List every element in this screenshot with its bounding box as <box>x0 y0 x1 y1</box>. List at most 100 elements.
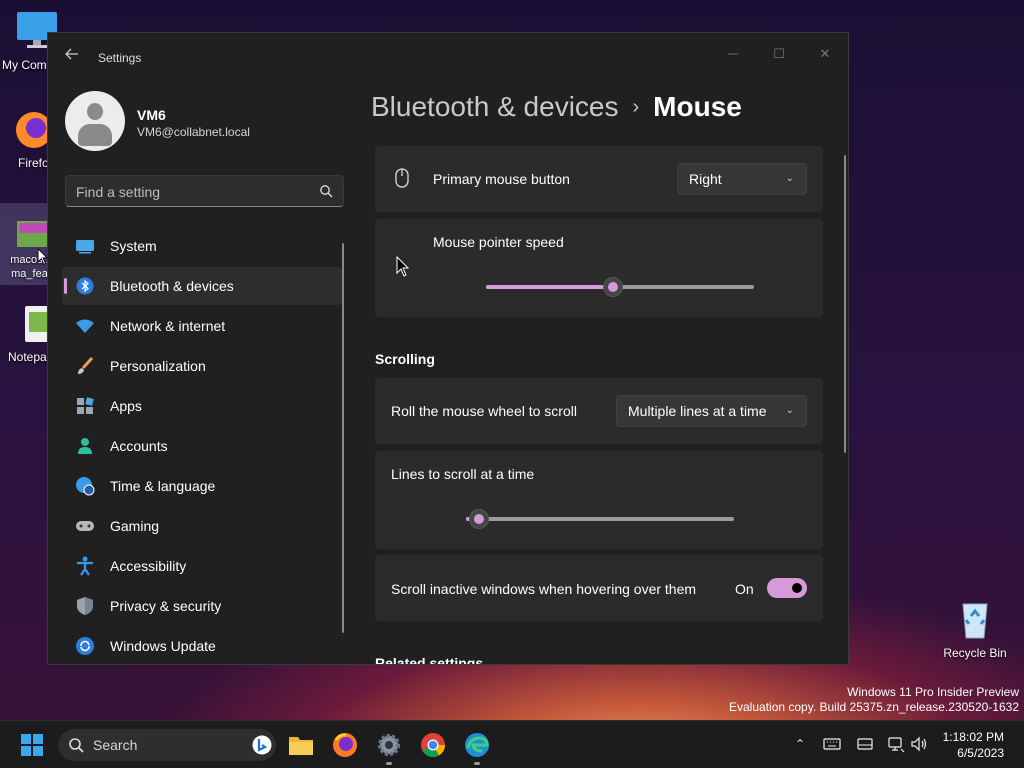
firefox-icon <box>8 108 52 152</box>
sidebar-item-label: Accounts <box>110 438 168 454</box>
search-box[interactable] <box>65 175 344 207</box>
keyboard-icon[interactable] <box>823 735 841 753</box>
sidebar-item-bluetooth-devices[interactable]: Bluetooth & devices <box>62 267 342 305</box>
lines-to-scroll-card: Lines to scroll at a time <box>375 451 823 549</box>
taskbar-chrome[interactable] <box>417 729 449 761</box>
image-file-icon <box>11 219 51 249</box>
watermark-line: Evaluation copy. Build 25375.zn_release.… <box>729 700 1019 714</box>
sidebar-scrollbar[interactable] <box>342 243 344 633</box>
windows-start-icon[interactable] <box>20 733 44 757</box>
watermark-line: Windows 11 Pro Insider Preview <box>847 685 1019 699</box>
primary-mouse-button-dropdown[interactable]: Right ⌄ <box>677 163 807 195</box>
related-settings-title: Related settings <box>375 655 484 665</box>
edge-icon <box>465 733 489 757</box>
app-title: Settings <box>98 51 142 65</box>
content-scrollbar[interactable] <box>844 155 846 453</box>
sidebar-item-label: Privacy & security <box>110 598 222 614</box>
scroll-inactive-toggle[interactable] <box>767 578 807 598</box>
chevron-down-icon: ⌄ <box>785 173 794 184</box>
minimize-button[interactable]: ─ <box>710 39 756 69</box>
bing-icon[interactable] <box>252 735 272 755</box>
lines-to-scroll-label: Lines to scroll at a time <box>391 466 535 482</box>
sidebar-item-gaming[interactable]: Gaming <box>62 507 342 545</box>
sidebar-item-label: Accessibility <box>110 558 187 574</box>
taskbar-search[interactable]: Search <box>58 729 276 761</box>
bluetooth-icon <box>74 275 96 297</box>
sidebar-item-time-language[interactable]: Time & language <box>62 467 342 505</box>
evaluation-watermark: Windows 11 Pro Insider Preview Evaluatio… <box>729 685 1019 715</box>
sidebar-item-personalization[interactable]: Personalization <box>62 347 342 385</box>
user-name: VM6 <box>137 107 166 123</box>
chrome-icon <box>421 733 445 758</box>
firefox-icon <box>333 733 357 757</box>
sidebar-item-label: Personalization <box>110 358 206 374</box>
sidebar-item-label: Gaming <box>110 518 160 534</box>
network-icon[interactable] <box>887 735 905 753</box>
roll-wheel-label: Roll the mouse wheel to scroll <box>391 403 577 419</box>
title-bar: Settings ─ ☐ ✕ <box>48 33 848 81</box>
running-indicator <box>474 762 480 765</box>
sidebar-item-windows-update[interactable]: Windows Update <box>62 627 342 664</box>
taskbar-settings[interactable] <box>373 729 405 765</box>
clock-time: 1:18:02 PM <box>942 730 1004 744</box>
back-arrow-icon <box>65 48 78 60</box>
maximize-button[interactable]: ☐ <box>756 39 802 69</box>
desktop-icon-recycle-bin[interactable]: Recycle Bin <box>940 598 1010 660</box>
chevron-up-icon[interactable]: ⌃ <box>791 735 809 753</box>
sidebar-item-accounts[interactable]: Accounts <box>62 427 342 465</box>
sidebar-item-accessibility[interactable]: Accessibility <box>62 547 342 585</box>
taskbar-edge[interactable] <box>461 729 493 765</box>
mouse-icon <box>395 168 409 188</box>
primary-mouse-button-card: Primary mouse button Right ⌄ <box>375 146 823 212</box>
recycle-bin-icon <box>953 598 997 642</box>
taskbar-file-explorer[interactable] <box>285 729 317 761</box>
system-clock[interactable]: 1:18:02 PM 6/5/2023 <box>943 729 1004 761</box>
breadcrumb: Bluetooth & devices › Mouse <box>371 91 742 123</box>
back-button[interactable] <box>62 47 82 67</box>
apps-icon <box>74 395 96 417</box>
roll-wheel-dropdown[interactable]: Multiple lines at a time ⌄ <box>616 395 807 427</box>
file-explorer-icon <box>289 737 313 755</box>
volume-icon[interactable] <box>910 735 928 753</box>
roll-wheel-card: Roll the mouse wheel to scroll Multiple … <box>375 378 823 444</box>
dropdown-value: Right <box>689 171 722 187</box>
taskbar-search-label: Search <box>93 737 138 753</box>
settings-icon <box>378 734 400 756</box>
close-button[interactable]: ✕ <box>802 39 848 69</box>
scroll-inactive-label: Scroll inactive windows when hovering ov… <box>391 581 697 597</box>
page-title: Mouse <box>653 91 742 122</box>
sidebar-item-apps[interactable]: Apps <box>62 387 342 425</box>
taskbar: Search ⌃ 1:18:02 PM 6/5/2023 <box>0 720 1024 768</box>
primary-mouse-button-label: Primary mouse button <box>433 171 570 187</box>
search-input[interactable] <box>76 182 306 202</box>
globe-clock-icon <box>74 475 96 497</box>
avatar[interactable] <box>65 91 125 151</box>
sidebar-item-network-internet[interactable]: Network & internet <box>62 307 342 345</box>
taskbar-firefox[interactable] <box>329 729 361 761</box>
dropdown-value: Multiple lines at a time <box>628 403 767 419</box>
accessibility-icon <box>74 555 96 577</box>
lines-to-scroll-slider[interactable] <box>466 509 734 529</box>
mouse-pointer-speed-label: Mouse pointer speed <box>433 234 564 250</box>
scroll-inactive-card: Scroll inactive windows when hovering ov… <box>375 555 823 621</box>
search-icon <box>69 738 84 753</box>
settings-window: Settings ─ ☐ ✕ VM6 VM6@collabnet.local S… <box>47 32 849 665</box>
slider-thumb[interactable] <box>469 509 490 529</box>
breadcrumb-parent-link[interactable]: Bluetooth & devices <box>371 91 619 122</box>
sidebar-item-system[interactable]: System <box>62 227 342 265</box>
wifi-icon <box>74 315 96 337</box>
pointer-speed-slider[interactable] <box>486 277 754 297</box>
sidebar-item-label: Bluetooth & devices <box>110 278 234 294</box>
display-icon[interactable] <box>856 735 874 753</box>
gamepad-icon <box>74 515 96 537</box>
scrolling-section-title: Scrolling <box>375 351 435 367</box>
sidebar-item-label: Windows Update <box>110 638 216 654</box>
running-indicator <box>386 762 392 765</box>
sidebar-item-privacy-security[interactable]: Privacy & security <box>62 587 342 625</box>
desktop-icon-label: Recycle Bin <box>943 646 1007 660</box>
slider-thumb[interactable] <box>603 277 624 297</box>
search-icon[interactable] <box>319 184 333 198</box>
sidebar-item-label: Time & language <box>110 478 216 494</box>
brush-icon <box>74 355 96 377</box>
clock-date: 6/5/2023 <box>957 746 1004 760</box>
